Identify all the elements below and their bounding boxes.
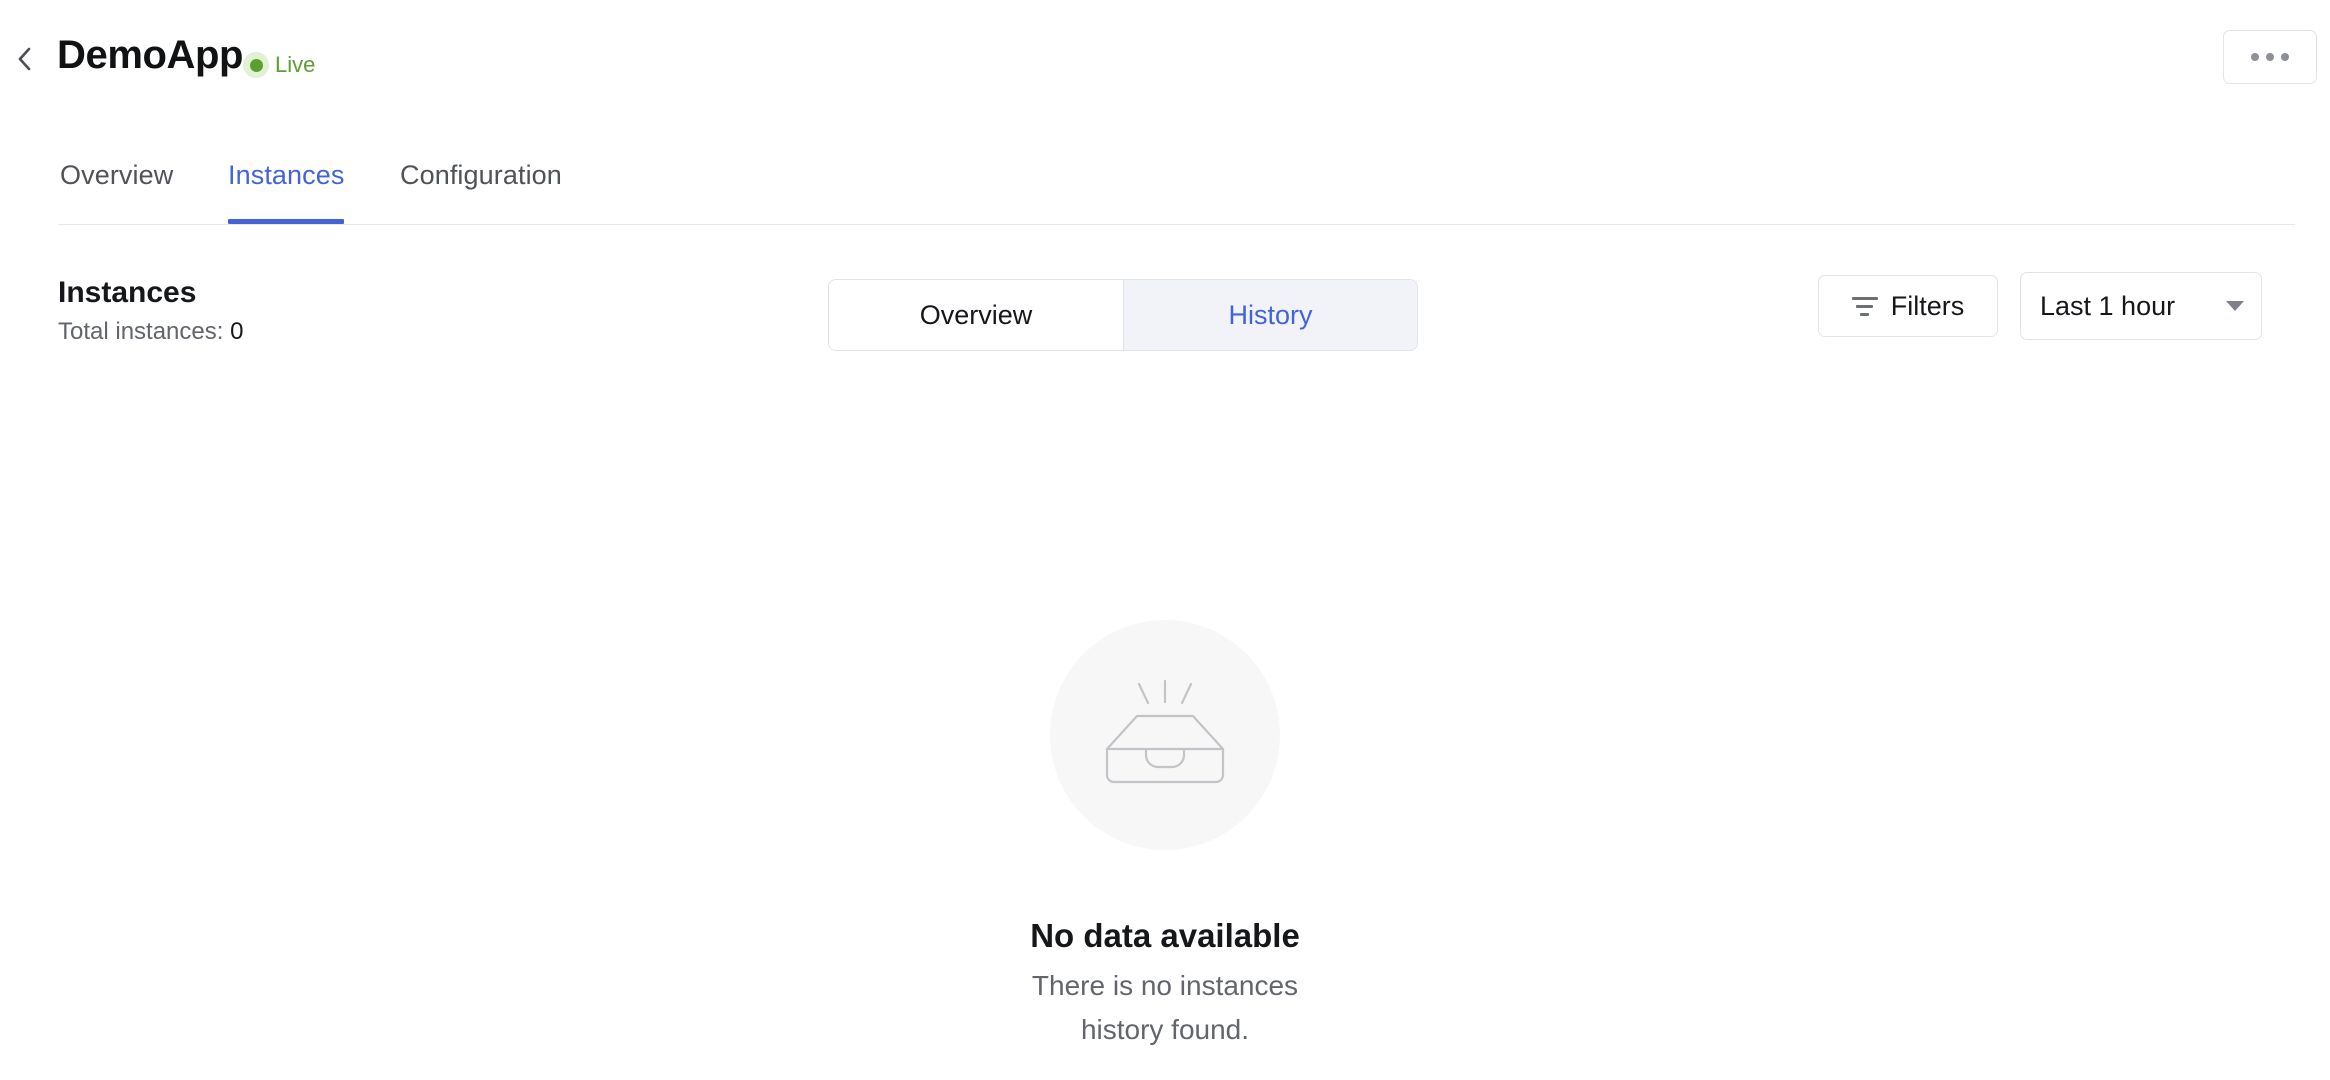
back-button[interactable] [8,42,42,76]
filter-icon [1851,296,1878,316]
tab-overview-label: Overview [60,160,174,190]
chevron-left-icon [8,42,42,76]
empty-state-title: No data available [1030,917,1300,954]
time-range-dropdown[interactable]: Last 1 hour [2020,272,2262,340]
ellipsis-dot-3 [2281,53,2289,61]
segment-overview-label: Overview [919,299,1033,330]
total-instances-summary: Total instances: 0 [58,316,243,348]
overflow-menu-button[interactable] [2223,30,2317,84]
ellipsis-dot-2 [2266,53,2274,61]
status-dot-icon [243,52,269,78]
status-badge-label: Live [275,52,316,77]
segment-overview[interactable]: Overview [829,280,1123,350]
empty-state-subtitle: There is no instances history found. [1031,970,1299,1045]
active-tab-indicator [228,219,345,224]
segment-history-label: History [1228,299,1313,330]
view-mode-segmented-control: Overview History [828,279,1418,351]
time-range-value: Last 1 hour [2040,291,2176,321]
segment-history[interactable]: History [1123,280,1417,350]
empty-state-illustration [1050,620,1280,850]
empty-state: No data available There is no instances … [0,620,2330,1052]
total-instances-value: 0 [230,318,244,345]
status-badge: Live [243,51,315,79]
ellipsis-horizontal-icon [2251,53,2259,61]
app-page: DemoApp Live Overview Instances Configur… [0,0,2330,1080]
tab-overview[interactable]: Overview [60,150,173,224]
filters-button-label: Filters [1890,291,1965,321]
filters-button[interactable]: Filters [1818,275,1998,337]
empty-inbox-icon [1098,676,1232,794]
tab-instances[interactable]: Instances [228,150,345,224]
tab-configuration[interactable]: Configuration [400,150,562,224]
page-header: DemoApp Live [0,0,2330,128]
tab-bar: Overview Instances Configuration [0,150,2330,225]
caret-down-icon [2226,301,2244,311]
tab-configuration-label: Configuration [400,160,562,190]
total-instances-label: Total instances: [58,318,224,345]
section-title: Instances [58,276,197,309]
tab-bar-divider [58,224,2295,225]
page-title: DemoApp [57,33,244,77]
tab-instances-label: Instances [228,160,345,190]
